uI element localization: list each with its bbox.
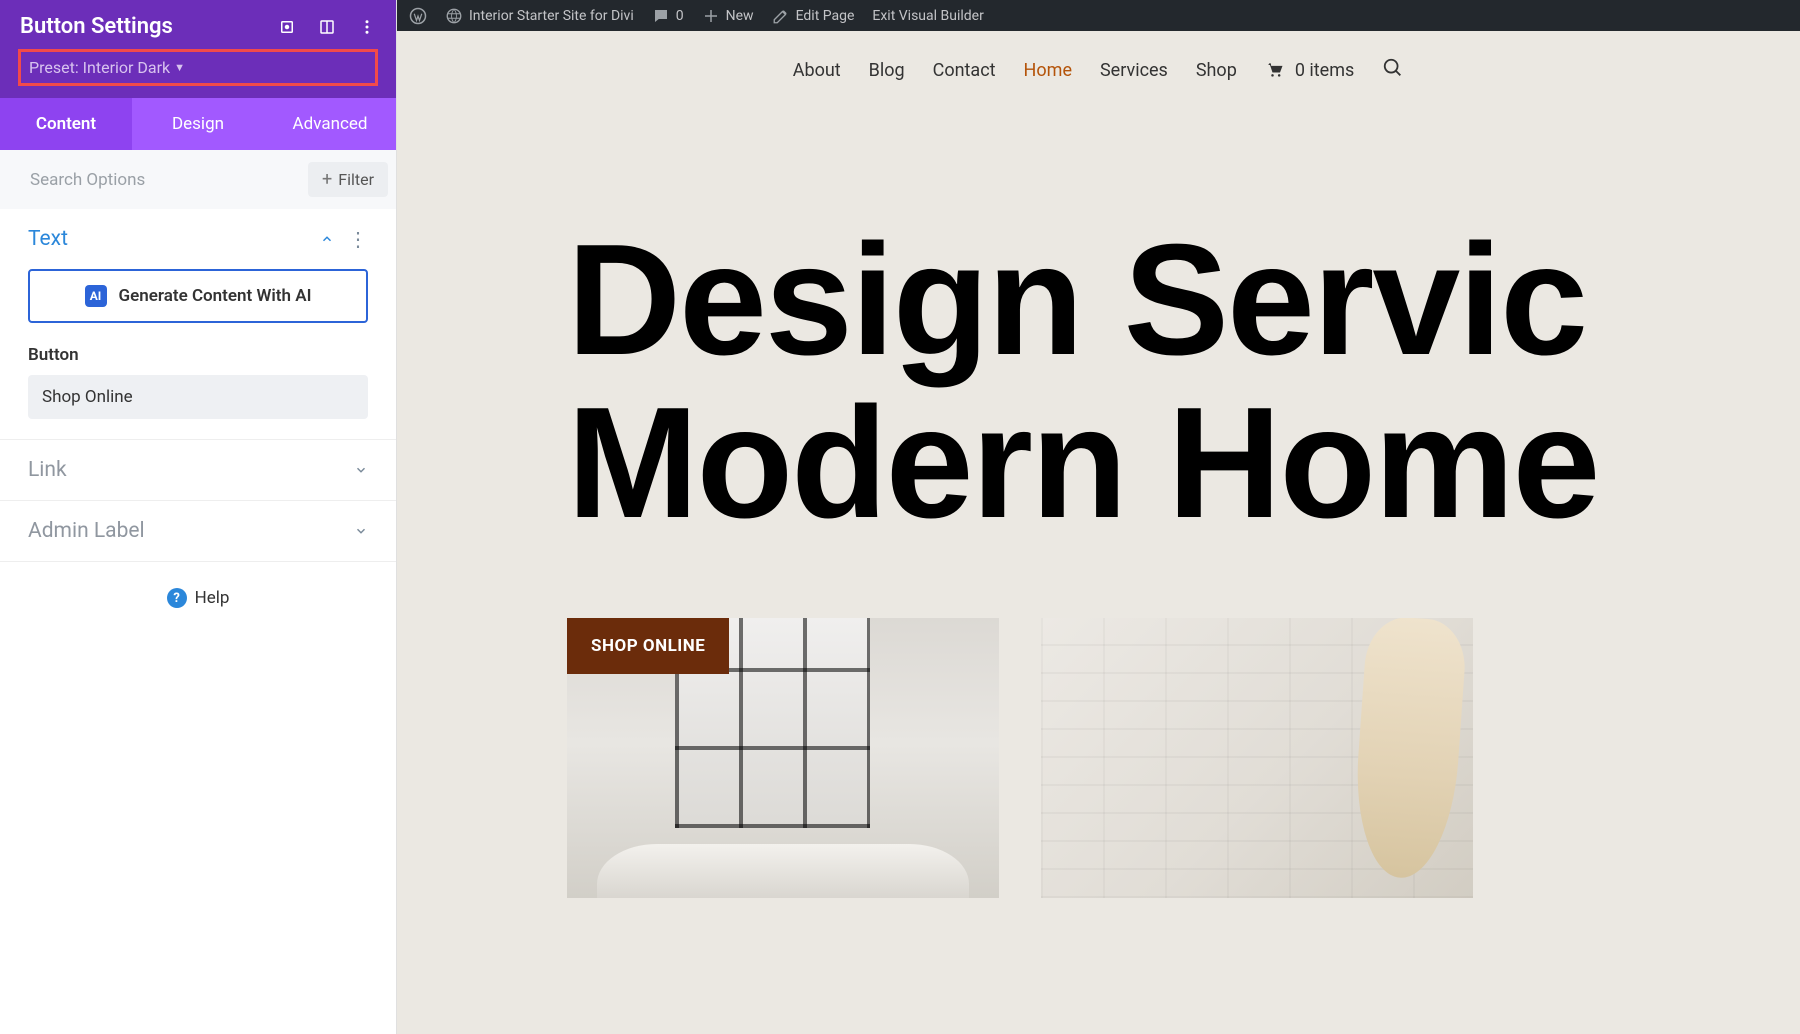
- section-link: Link: [0, 440, 396, 501]
- search-options-input[interactable]: [30, 170, 308, 190]
- edit-page-link[interactable]: Edit Page: [772, 7, 855, 25]
- nav-shop[interactable]: Shop: [1196, 60, 1237, 81]
- section-link-title: Link: [28, 458, 67, 482]
- tab-content[interactable]: Content: [0, 98, 132, 150]
- section-text-header[interactable]: Text ⋮: [0, 209, 396, 269]
- cart-count-label: 0 items: [1295, 60, 1354, 81]
- card2-image: [1041, 618, 1473, 898]
- settings-tabs: Content Design Advanced: [0, 98, 396, 150]
- nav-services[interactable]: Services: [1100, 60, 1168, 81]
- sofa-graphic: [597, 844, 969, 898]
- new-content-link[interactable]: New: [702, 7, 754, 25]
- wp-logo-icon[interactable]: [409, 7, 427, 25]
- cart-link[interactable]: 0 items: [1265, 60, 1354, 81]
- chevron-down-icon[interactable]: [354, 524, 368, 538]
- nav-home[interactable]: Home: [1024, 60, 1072, 81]
- exit-visual-builder-link[interactable]: Exit Visual Builder: [872, 8, 983, 24]
- site-home-link[interactable]: Interior Starter Site for Divi: [445, 7, 634, 25]
- section-text-body: AI Generate Content With AI Button: [0, 269, 396, 439]
- section-text-controls: ⋮: [320, 229, 368, 249]
- site-title-label: Interior Starter Site for Divi: [469, 8, 634, 24]
- filter-label: Filter: [338, 170, 374, 189]
- section-link-controls: [354, 463, 368, 477]
- comments-link[interactable]: 0: [652, 7, 684, 25]
- section-link-header[interactable]: Link: [0, 440, 396, 500]
- main-preview: Interior Starter Site for Divi 0 New Edi…: [397, 0, 1800, 1034]
- preset-selector[interactable]: Preset: Interior Dark ▼: [18, 49, 378, 86]
- generate-with-ai-button[interactable]: AI Generate Content With AI: [28, 269, 368, 323]
- exit-vb-label: Exit Visual Builder: [872, 8, 983, 24]
- plus-icon: +: [322, 171, 332, 189]
- tab-design[interactable]: Design: [132, 98, 264, 150]
- section-admin-label-title: Admin Label: [28, 519, 145, 543]
- responsive-preview-icon[interactable]: [278, 18, 296, 36]
- image-card-1: SHOP ONLINE: [567, 618, 999, 898]
- hero-section: Design Servic Modern Home: [397, 109, 1800, 544]
- preset-row: Preset: Interior Dark ▼: [0, 49, 396, 98]
- nav-about[interactable]: About: [793, 60, 841, 81]
- sidebar-title-row: Button Settings: [20, 14, 376, 39]
- comments-count: 0: [676, 8, 684, 24]
- cart-icon: [1265, 60, 1285, 80]
- section-admin-label-header[interactable]: Admin Label: [0, 501, 396, 561]
- button-field-label: Button: [28, 345, 368, 365]
- filter-button[interactable]: + Filter: [308, 162, 388, 197]
- sidebar-title: Button Settings: [20, 14, 173, 39]
- button-text-input[interactable]: [28, 375, 368, 419]
- section-admin-label-controls: [354, 524, 368, 538]
- section-text-title: Text: [28, 227, 68, 251]
- wp-adminbar: Interior Starter Site for Divi 0 New Edi…: [397, 0, 1800, 31]
- hero-title-line1: Design Servic: [567, 219, 1800, 382]
- sidebar-header: Button Settings: [0, 0, 396, 49]
- nav-search-icon[interactable]: [1382, 57, 1404, 84]
- section-admin-label: Admin Label: [0, 501, 396, 562]
- edit-page-label: Edit Page: [796, 8, 855, 24]
- preset-label: Preset: Interior Dark: [29, 58, 170, 77]
- site-nav: About Blog Contact Home Services Shop 0 …: [397, 31, 1800, 109]
- page-canvas: Design Servic Modern Home SHOP ONLINE: [397, 109, 1800, 1034]
- section-text: Text ⋮ AI Generate Content With AI Butto…: [0, 209, 396, 440]
- help-icon: ?: [167, 588, 187, 608]
- tab-advanced[interactable]: Advanced: [264, 98, 396, 150]
- chevron-up-icon[interactable]: [320, 232, 334, 246]
- help-label: Help: [195, 588, 230, 608]
- ai-badge-icon: AI: [85, 285, 107, 307]
- ai-button-label: Generate Content With AI: [119, 286, 312, 306]
- chevron-down-icon[interactable]: [354, 463, 368, 477]
- sidebar-header-icons: [278, 18, 376, 36]
- image-card-2: [1041, 618, 1473, 898]
- more-options-icon[interactable]: [358, 18, 376, 36]
- search-row: + Filter: [0, 150, 396, 209]
- hero-title-line2: Modern Home: [567, 382, 1800, 545]
- image-cards-row: SHOP ONLINE: [397, 544, 1800, 898]
- help-row[interactable]: ? Help: [0, 562, 396, 634]
- settings-sidebar: Button Settings Preset: Interior Dark ▼ …: [0, 0, 397, 1034]
- shop-online-button[interactable]: SHOP ONLINE: [567, 618, 729, 674]
- panel-layout-icon[interactable]: [318, 18, 336, 36]
- nav-blog[interactable]: Blog: [869, 60, 905, 81]
- new-label: New: [726, 8, 754, 24]
- nav-contact[interactable]: Contact: [933, 60, 996, 81]
- caret-down-icon: ▼: [174, 61, 185, 74]
- section-more-icon[interactable]: ⋮: [348, 229, 368, 249]
